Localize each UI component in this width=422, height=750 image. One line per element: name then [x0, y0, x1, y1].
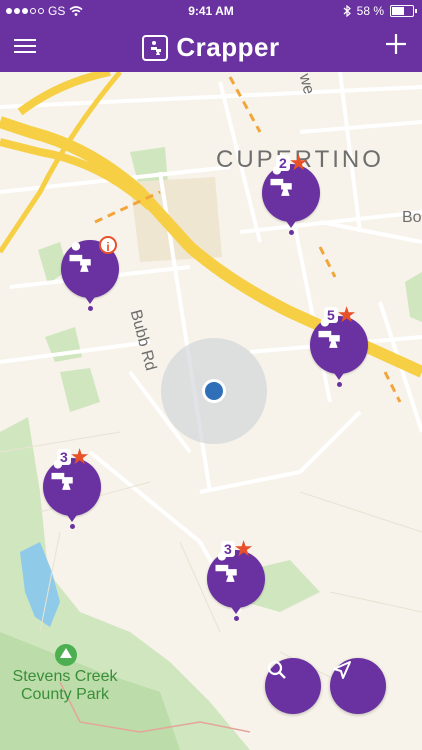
toilet-pin[interactable]: i [61, 236, 119, 311]
brand: Crapper [0, 32, 422, 63]
user-location-dot [205, 382, 223, 400]
toilet-pin[interactable]: 3 ★ [43, 446, 101, 529]
status-right: 58 % [343, 4, 417, 18]
battery-percent: 58 % [356, 4, 384, 18]
star-icon: ★ [288, 150, 309, 175]
info-badge-icon[interactable]: i [99, 236, 117, 254]
map-view[interactable]: Cupertino Bubb Rd we Bo Stevens Creek Co… [0, 72, 422, 750]
street-label-partial-bo: Bo [402, 209, 422, 226]
plus-icon [386, 34, 406, 54]
rating-count: 3 [57, 449, 71, 465]
bluetooth-icon [343, 5, 351, 17]
toilet-pin[interactable]: 3 ★ [207, 538, 265, 621]
rating-count: 5 [324, 307, 338, 323]
rating-count: 2 [276, 155, 290, 171]
rating-count: 3 [221, 541, 235, 557]
search-button[interactable] [265, 658, 321, 714]
battery-icon [390, 5, 417, 17]
pin-rating: 3 ★ [57, 444, 90, 469]
toilet-pin[interactable]: 2 ★ [262, 152, 320, 235]
pin-rating: 3 ★ [221, 536, 254, 561]
search-icon [267, 660, 286, 679]
toilet-logo-icon [142, 34, 169, 61]
locate-button[interactable] [330, 658, 386, 714]
app-title: Crapper [176, 32, 280, 62]
add-button[interactable] [384, 32, 408, 56]
pin-rating: 2 ★ [276, 150, 309, 175]
status-bar: GS 9:41 AM 58 % [0, 0, 422, 22]
navigation-arrow-icon [333, 661, 351, 679]
toilet-pin[interactable]: 5 ★ [310, 304, 368, 387]
star-icon: ★ [336, 302, 357, 327]
star-icon: ★ [69, 444, 90, 469]
pin-rating: 5 ★ [324, 302, 357, 327]
park-label: Stevens Creek County Park [12, 668, 118, 703]
star-icon: ★ [233, 536, 254, 561]
app-header: Crapper [0, 22, 422, 72]
